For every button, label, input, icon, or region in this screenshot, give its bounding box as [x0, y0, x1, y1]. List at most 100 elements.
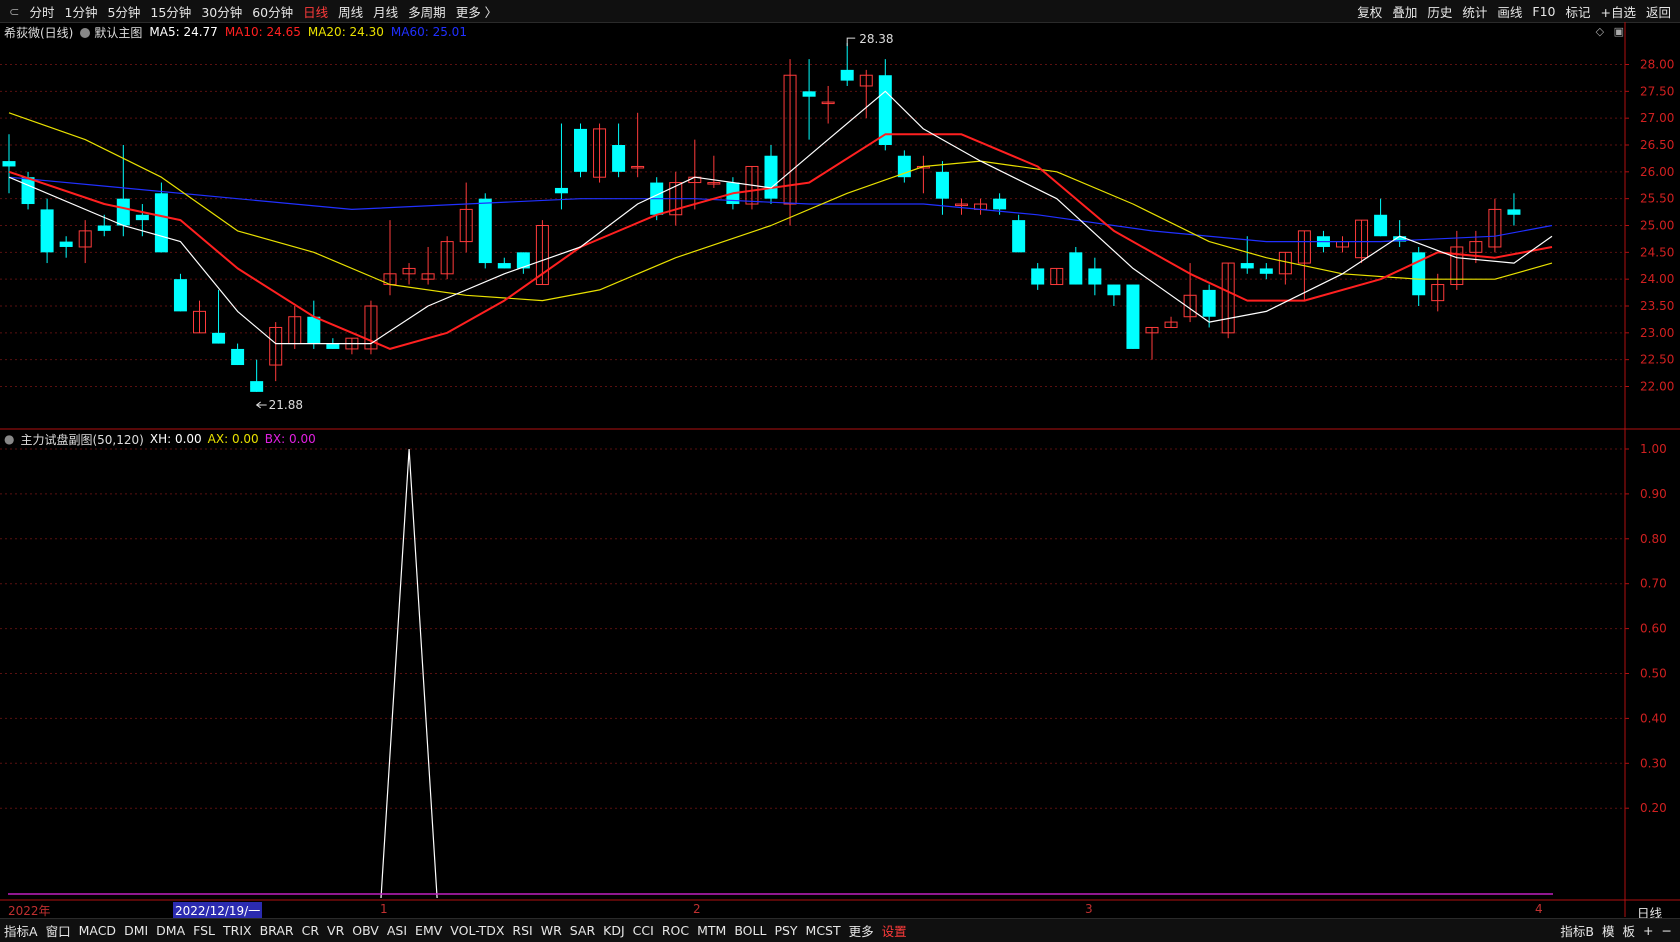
- indicator-tab-4[interactable]: DMA: [152, 923, 189, 938]
- date-selected: 2022/12/19/一: [173, 902, 263, 919]
- candle-body-down: [612, 145, 626, 172]
- indicator-tab-10[interactable]: OBV: [348, 923, 383, 938]
- candle-body-down: [1374, 214, 1388, 237]
- indicator-tab-8[interactable]: CR: [298, 923, 323, 938]
- indicator-tab-17[interactable]: KDJ: [599, 923, 629, 938]
- candle-body-down: [764, 155, 778, 199]
- candle-body-down: [840, 69, 854, 81]
- price-tick-label: 23.00: [1640, 326, 1674, 340]
- date-year: 2022年: [8, 904, 51, 918]
- candle-body-down: [326, 343, 340, 349]
- sub-tick-label: 0.40: [1640, 711, 1667, 725]
- low-price-label: 21.88: [269, 398, 303, 412]
- sub-tick-label: 0.80: [1640, 532, 1667, 546]
- candle-body-down: [1507, 209, 1521, 215]
- date-month-3: 3: [1085, 902, 1093, 916]
- sub-tick-label: 0.90: [1640, 487, 1667, 501]
- indicator-tab-18[interactable]: CCI: [629, 923, 658, 938]
- indicator-tab-25[interactable]: 设置: [878, 921, 911, 940]
- candle-body-down: [1088, 268, 1102, 285]
- candle-body-down: [212, 332, 226, 344]
- indicator-tab-19[interactable]: ROC: [658, 923, 693, 938]
- indicator-tab-0[interactable]: 指标A: [0, 921, 42, 940]
- candle-body-down: [2, 161, 16, 167]
- indicator-tab-16[interactable]: SAR: [566, 923, 599, 938]
- bottom-right-button-3[interactable]: +: [1639, 923, 1657, 938]
- sub-tick-label: 1.00: [1640, 442, 1667, 456]
- candle-body-down: [1259, 268, 1273, 274]
- candle-body-down: [59, 241, 73, 247]
- indicator-tab-7[interactable]: BRAR: [256, 923, 298, 938]
- candle-body-down: [1240, 263, 1254, 269]
- candle-body-down: [802, 91, 816, 97]
- indicator-tab-13[interactable]: VOL-TDX: [446, 923, 508, 938]
- indicator-tab-15[interactable]: WR: [537, 923, 566, 938]
- candle-body-down: [935, 171, 949, 199]
- indicator-tab-1[interactable]: 窗口: [42, 921, 75, 940]
- xh-spike-line: [380, 448, 438, 899]
- indicator-tab-12[interactable]: EMV: [411, 923, 446, 938]
- low-marker-arrow: [255, 401, 267, 409]
- price-tick-label: 22.50: [1640, 353, 1674, 367]
- price-tick-label: 28.00: [1640, 58, 1674, 72]
- bottom-right-button-2[interactable]: 板: [1619, 921, 1640, 940]
- price-tick-label: 24.50: [1640, 245, 1674, 259]
- candle-body-down: [1126, 284, 1140, 349]
- price-tick-label: 23.50: [1640, 299, 1674, 313]
- indicator-tab-22[interactable]: PSY: [770, 923, 801, 938]
- price-tick-label: 26.00: [1640, 165, 1674, 179]
- bottom-right-button-0[interactable]: 指标B: [1556, 921, 1598, 940]
- sub-tick-label: 0.70: [1640, 577, 1667, 591]
- date-month-2: 2: [693, 902, 701, 916]
- price-tick-label: 22.00: [1640, 380, 1674, 394]
- candle-body-down: [554, 187, 568, 194]
- candle-body-down: [1202, 289, 1216, 317]
- indicator-tab-21[interactable]: BOLL: [730, 923, 770, 938]
- indicator-tab-23[interactable]: MCST: [802, 923, 845, 938]
- bottom-right-buttons: 指标B 模板 + −: [1556, 919, 1676, 942]
- indicator-tab-11[interactable]: ASI: [383, 923, 411, 938]
- indicator-tab-24[interactable]: 更多: [845, 921, 878, 940]
- indicator-tab-6[interactable]: TRIX: [219, 923, 256, 938]
- candle-body-down: [497, 263, 511, 269]
- date-month-4: 4: [1535, 902, 1543, 916]
- indicator-tab-5[interactable]: FSL: [189, 923, 219, 938]
- price-tick-label: 25.00: [1640, 219, 1674, 233]
- candle-body-down: [40, 209, 54, 253]
- high-marker-arrow: [846, 37, 856, 47]
- price-tick-label: 26.50: [1640, 138, 1674, 152]
- indicator-tab-3[interactable]: DMI: [120, 923, 152, 938]
- candle-body-down: [478, 198, 492, 264]
- date-month-1: 1: [380, 902, 388, 916]
- ma20-line: [8, 112, 1553, 302]
- bottom-right-button-4[interactable]: −: [1658, 923, 1676, 938]
- price-tick-label: 25.50: [1640, 192, 1674, 206]
- candle-body-down: [116, 198, 130, 226]
- price-tick-label: 27.00: [1640, 111, 1674, 125]
- sub-tick-label: 0.20: [1640, 801, 1667, 815]
- high-price-label: 28.38: [859, 32, 893, 46]
- candle-body-down: [1107, 284, 1121, 296]
- candle-body-down: [231, 348, 245, 366]
- indicator-tab-9[interactable]: VR: [323, 923, 348, 938]
- price-tick-label: 24.00: [1640, 272, 1674, 286]
- candle-body-down: [1069, 252, 1083, 285]
- candle-body-down: [1012, 220, 1026, 253]
- candle-body-down: [1031, 268, 1045, 285]
- candle-body-down: [154, 193, 168, 253]
- candle-body-down: [97, 225, 111, 231]
- candle-body-down: [574, 128, 587, 172]
- candle-body-down: [21, 177, 35, 205]
- candle-body-down: [993, 198, 1007, 210]
- indicator-bar: 指标A 窗口 MACD DMI DMA FSL TRIX BRAR CR VR OBV ASI EMV V…: [0, 918, 1680, 942]
- candle-body-down: [897, 155, 911, 178]
- sub-tick-label: 0.30: [1640, 756, 1667, 770]
- bottom-right-button-1[interactable]: 模: [1598, 921, 1619, 940]
- candle-body-down: [250, 381, 264, 392]
- indicator-tab-20[interactable]: MTM: [693, 923, 730, 938]
- indicator-tab-14[interactable]: RSI: [508, 923, 536, 938]
- candle-body-down: [307, 316, 321, 344]
- date-axis: 2022年 2022/12/19/一 1 2 3 4: [0, 902, 1625, 919]
- indicator-tab-2[interactable]: MACD: [75, 923, 120, 938]
- stock-chart[interactable]: 28.00 27.50 27.00 26.50 26.00 25.50 25.00 24.50…: [0, 0, 1680, 941]
